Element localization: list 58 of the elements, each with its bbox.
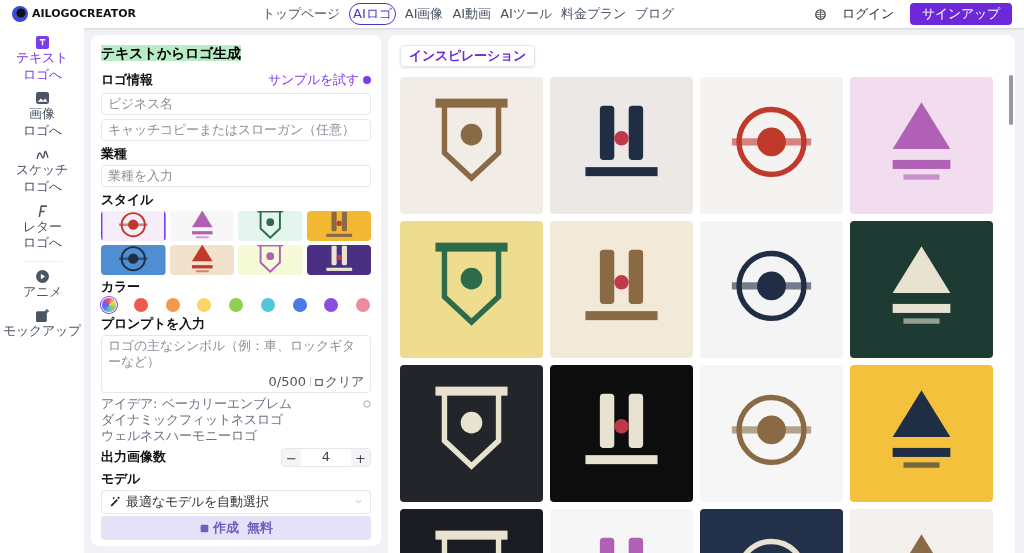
nav-link[interactable]: 料金プラン [560,4,626,24]
section-label: 出力画像数 [101,449,166,465]
tab[interactable]: インスピレーション [400,44,535,67]
image-icon [35,92,49,106]
login-button[interactable]: ログイン [842,4,894,24]
color-swatch[interactable] [292,297,307,312]
sidebar-item[interactable]: スケッチ ロゴへ [16,148,68,195]
text-icon [35,36,49,49]
increment-button[interactable]: + [351,448,370,466]
brand-name: AILOGOCREATOR [32,5,136,22]
section-label: モデル [101,470,141,487]
idea-link[interactable]: ウェルネスハーモニーロゴ [101,427,257,444]
prompt-field[interactable]: ロゴの主なシンボル（例：車、ロックギターなど） 0/500 クリア [101,334,371,393]
sample-link[interactable]: サンプルを試す [268,70,359,90]
nav-link[interactable]: トップページ [262,4,340,24]
nav-link[interactable]: AIツール [500,4,552,24]
count-value[interactable]: 4 [301,447,351,467]
color-swatch[interactable] [324,297,339,312]
mockup-icon [35,309,49,323]
color-swatch[interactable] [133,297,148,312]
signup-button[interactable]: サインアップ [910,3,1012,25]
sidebar-item[interactable]: アニメ [22,260,62,300]
chevron-down-icon [355,499,362,504]
squiggle-icon [35,148,49,162]
char-counter: 0/500 [268,373,306,390]
model-select[interactable]: 最適なモデルを自動選択 [101,489,371,514]
section-label: プロンプトを入力 [101,315,206,332]
color-swatch[interactable] [165,297,180,312]
nav-link[interactable]: ブログ [634,4,674,24]
color-swatch[interactable] [356,297,370,312]
scrollbar[interactable] [1009,75,1013,125]
sidebar-item[interactable]: モックアップ [3,309,81,339]
nav-link[interactable]: AI動画 [452,4,492,24]
business-name-field[interactable]: ビジネス名 [101,92,371,115]
logo-icon [12,6,28,22]
section-label: 業種 [101,145,128,162]
panel-title: テキストからロゴ生成 [101,45,241,61]
color-swatch[interactable] [260,297,275,312]
color-swatch[interactable] [197,297,212,312]
nav-link[interactable]: AI画像 [404,4,444,24]
play-icon [35,269,49,283]
ideas-label: アイデア: [101,395,158,412]
industry-field[interactable]: 業種を入力 [101,164,371,187]
sidebar-item[interactable]: 画像 ロゴへ [22,92,62,139]
idea-link[interactable]: ベーカリーエンブレム [162,395,293,412]
magic-wand-icon [110,496,121,507]
section-label: カラー [101,278,141,295]
decrement-button[interactable]: − [282,448,301,466]
sidebar-item[interactable]: テキスト ロゴへ [16,36,68,83]
color-swatch[interactable] [102,297,116,312]
color-swatch[interactable] [229,297,243,312]
section-label: スタイル [101,191,154,208]
slogan-field[interactable]: キャッチコピーまたはスローガン（任意） [101,118,371,141]
clear-button[interactable]: クリア [315,373,364,390]
idea-link[interactable]: ダイナミックフィットネスロゴ [101,411,283,428]
section-label: ロゴ情報 [101,71,153,88]
globe-icon[interactable] [815,8,826,20]
sidebar-item[interactable]: レター ロゴへ [22,204,62,251]
